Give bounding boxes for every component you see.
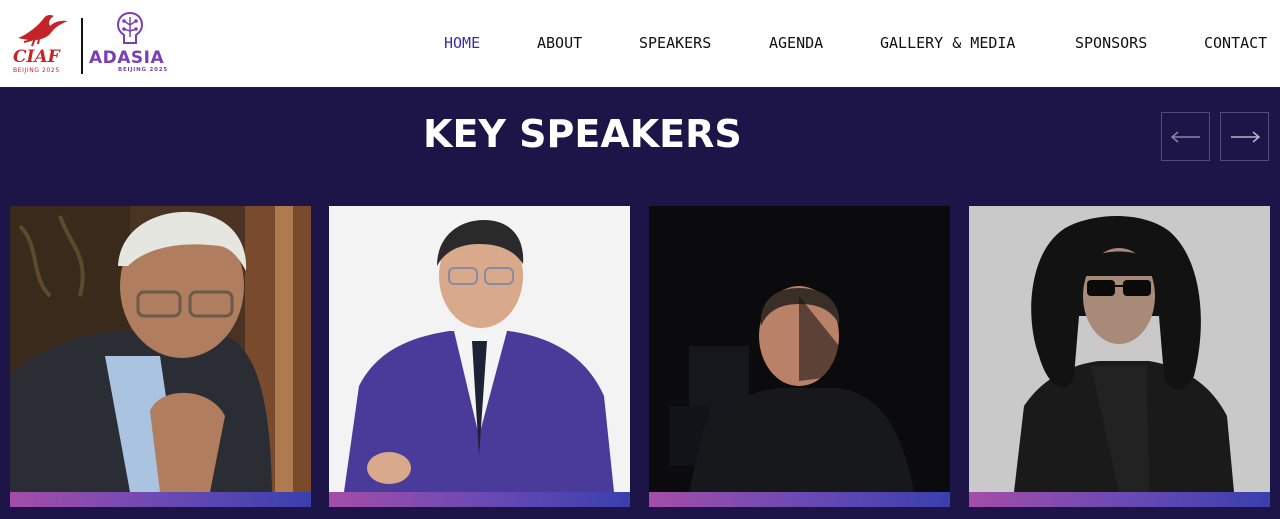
speaker-photo [10, 206, 311, 492]
speaker-portrait-image [329, 206, 630, 492]
speaker-photo [649, 206, 950, 492]
speaker-card[interactable] [10, 206, 311, 507]
adasia-subtitle: BEIJING 2025 [118, 67, 169, 73]
nav-speakers[interactable]: SPEAKERS [639, 34, 711, 54]
speaker-portrait-image [649, 206, 950, 492]
speaker-portrait-image [969, 206, 1270, 492]
speaker-portrait-image [10, 206, 311, 492]
nav-agenda[interactable]: AGENDA [769, 34, 823, 54]
nav-about[interactable]: ABOUT [537, 34, 582, 54]
arrow-left-icon [1170, 130, 1200, 143]
logo-divider [81, 18, 83, 74]
nav-sponsors[interactable]: SPONSORS [1075, 34, 1147, 54]
nav-contact[interactable]: CONTACT [1204, 34, 1267, 54]
speaker-photo [969, 206, 1270, 492]
nav-home[interactable]: HOME [444, 34, 480, 54]
prev-button[interactable] [1161, 112, 1210, 161]
next-button[interactable] [1220, 112, 1269, 161]
adasia-brain-icon [116, 11, 144, 44]
card-accent-bar [969, 492, 1270, 507]
adasia-wordmark: ADASIA [89, 48, 165, 68]
nav-gallery-media[interactable]: GALLERY & MEDIA [880, 34, 1015, 54]
ciaf-bird-icon [18, 14, 68, 47]
ciaf-subtitle: BEIJING 2025 [13, 67, 60, 74]
speaker-card[interactable] [969, 206, 1270, 507]
section-title: KEY SPEAKERS [423, 112, 742, 156]
ciaf-logo[interactable]: CIAF BEIJING 2025 [10, 12, 72, 76]
arrow-right-icon [1230, 130, 1260, 143]
ciaf-wordmark: CIAF [13, 47, 60, 67]
card-accent-bar [10, 492, 311, 507]
card-accent-bar [649, 492, 950, 507]
speaker-card[interactable] [329, 206, 630, 507]
site-header: CIAF BEIJING 2025 ADASIA BEIJING 2025 HO… [0, 0, 1280, 87]
card-accent-bar [329, 492, 630, 507]
speaker-photo [329, 206, 630, 492]
speaker-card[interactable] [649, 206, 950, 507]
adasia-logo[interactable]: ADASIA BEIJING 2025 [88, 11, 172, 77]
